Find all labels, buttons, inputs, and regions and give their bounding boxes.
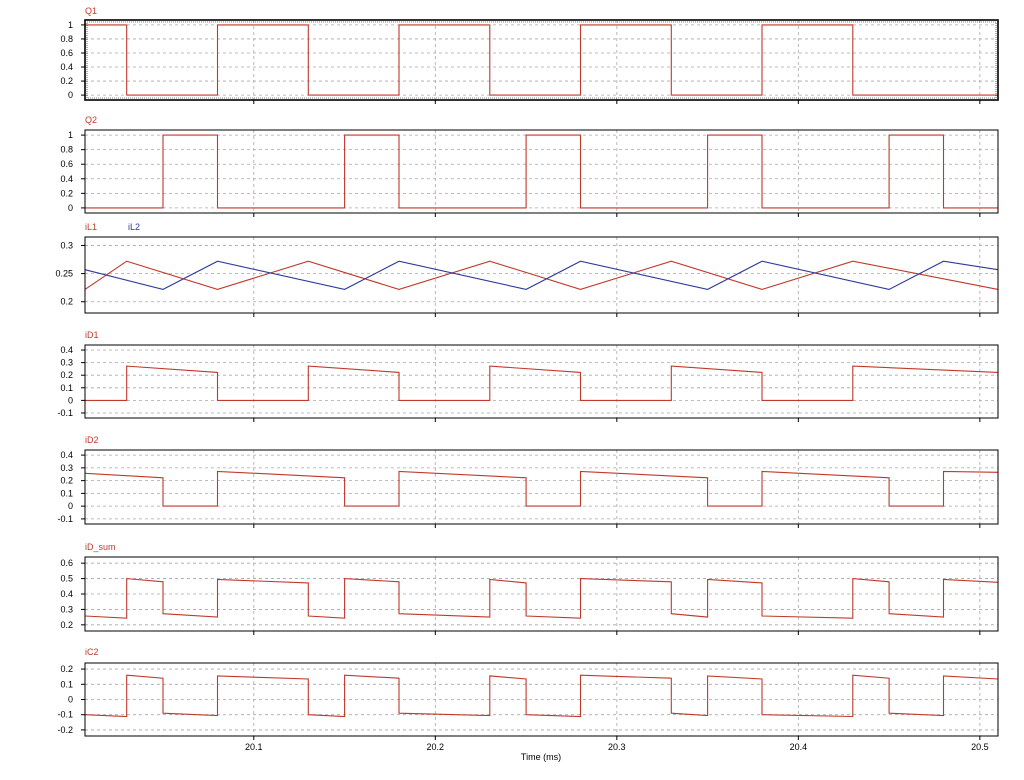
selection-focus-frame xyxy=(86,21,997,99)
plot-frame xyxy=(84,344,999,419)
panel-title: iD2 xyxy=(85,435,99,445)
plot-frame xyxy=(84,449,999,525)
series-line-il1 xyxy=(84,260,999,290)
panel-title: Q2 xyxy=(85,115,97,125)
y-tick-label: 0.4 xyxy=(60,345,73,355)
y-tick-label: 0.1 xyxy=(60,488,73,498)
y-tick-label: 0.6 xyxy=(60,48,73,58)
y-tick-label: -0.1 xyxy=(57,710,73,720)
plot-panel-0: Q1 0 0.2 0.4 0.6 0.8 1 xyxy=(60,6,999,104)
x-tick-label: 20.1 xyxy=(245,742,263,752)
y-tick-label: -0.1 xyxy=(57,514,73,524)
y-tick-label: 0.2 xyxy=(60,620,73,630)
y-tick-label: 0 xyxy=(68,695,73,705)
y-tick-label: 0.2 xyxy=(60,188,73,198)
series-line-ic2 xyxy=(84,674,999,718)
x-tick-label: 20.4 xyxy=(790,742,808,752)
panel-title: iL1 xyxy=(85,222,97,232)
y-tick-label: 0.1 xyxy=(60,383,73,393)
waveform-plots: Time (ms) Q1 0 0.2 0.4 0.6 0.8 1 Q2 0 0.2 0.4 0.6 0.… xyxy=(55,6,999,762)
y-tick-label: 0 xyxy=(68,203,73,213)
y-tick-label: 0.2 xyxy=(60,297,73,307)
panel-title: iD_sum xyxy=(85,542,116,552)
y-tick-label: 0 xyxy=(68,501,73,511)
series-line-id1 xyxy=(85,365,999,401)
x-tick-label: 20.2 xyxy=(427,742,445,752)
plot-panel-6: iC2 -0.2 -0.1 0 0.1 0.2 20.1 20.2 20.3 20.4 20.5 xyxy=(57,647,999,752)
series-line-id-sum xyxy=(84,577,999,619)
panel-title: iD1 xyxy=(85,330,99,340)
plot-panel-3: iD1 -0.1 0 0.1 0.2 0.3 0.4 xyxy=(57,330,999,422)
y-tick-label: 0.1 xyxy=(60,679,73,689)
x-tick-label: 20.3 xyxy=(608,742,626,752)
y-tick-label: 0.8 xyxy=(60,145,73,155)
plot-panel-2: iL1 iL2 0.2 0.25 0.3 xyxy=(55,222,999,317)
y-tick-label: 0 xyxy=(68,90,73,100)
y-tick-label: 0.2 xyxy=(60,370,73,380)
legend-label-il2: iL2 xyxy=(128,222,140,232)
y-tick-label: 1 xyxy=(68,130,73,140)
y-tick-label: 0.3 xyxy=(60,240,73,250)
y-tick-label: 0.25 xyxy=(55,269,73,279)
y-tick-label: 0.8 xyxy=(60,34,73,44)
y-tick-label: -0.2 xyxy=(57,725,73,735)
y-tick-label: 0.2 xyxy=(60,664,73,674)
y-tick-label: 0.4 xyxy=(60,450,73,460)
y-tick-label: -0.1 xyxy=(57,408,73,418)
y-tick-label: 0.5 xyxy=(60,574,73,584)
y-tick-label: 0.6 xyxy=(60,558,73,568)
plot-panel-4: iD2 -0.1 0 0.1 0.2 0.3 0.4 xyxy=(57,435,999,528)
y-tick-label: 0.3 xyxy=(60,463,73,473)
plot-frame xyxy=(84,129,999,214)
plot-panel-5: iD_sum 0.2 0.3 0.4 0.5 0.6 xyxy=(60,542,999,635)
y-tick-label: 0.4 xyxy=(60,62,73,72)
y-tick-label: 0.2 xyxy=(60,76,73,86)
y-tick-label: 0.4 xyxy=(60,174,73,184)
y-tick-label: 0.2 xyxy=(60,476,73,486)
panel-title: iC2 xyxy=(85,647,99,657)
y-tick-label: 0.4 xyxy=(60,589,73,599)
plot-panel-1: Q2 0 0.2 0.4 0.6 0.8 1 xyxy=(60,115,999,217)
series-line-il2 xyxy=(84,260,999,290)
panel-title: Q1 xyxy=(85,6,97,16)
x-tick-label: 20.5 xyxy=(971,742,989,752)
y-tick-label: 1 xyxy=(68,20,73,30)
y-tick-label: 0.3 xyxy=(60,604,73,614)
plot-frame xyxy=(84,19,999,101)
series-line-q2 xyxy=(85,134,998,209)
y-tick-label: 0.3 xyxy=(60,358,73,368)
y-tick-label: 0 xyxy=(68,395,73,405)
x-axis-label: Time (ms) xyxy=(521,752,561,762)
y-tick-label: 0.6 xyxy=(60,159,73,169)
series-line-id2 xyxy=(84,470,999,507)
series-line-q1 xyxy=(85,24,998,96)
